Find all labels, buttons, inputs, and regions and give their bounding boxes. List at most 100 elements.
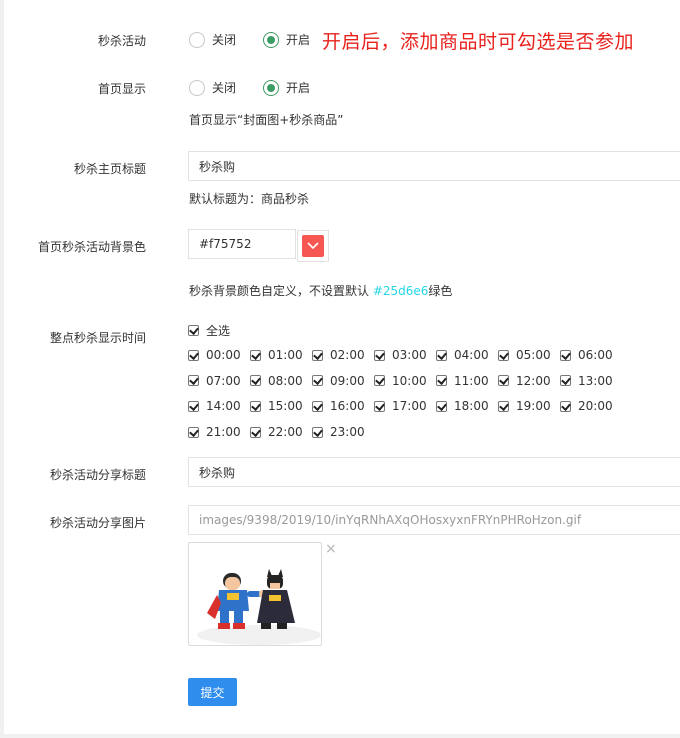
share-image-thumbnail[interactable] <box>188 542 322 646</box>
time-slot-label: 14:00 <box>206 399 241 414</box>
bg-color-input[interactable] <box>188 229 296 259</box>
share-image-path-input[interactable] <box>188 505 680 535</box>
time-slot-checkbox[interactable]: 23:00 <box>312 425 365 439</box>
bg-color-hint: 秒杀背景颜色自定义，不设置默认 #25d6e6绿色 <box>189 282 452 299</box>
time-slot-checkbox[interactable]: 04:00 <box>436 348 489 362</box>
time-slot-label: 16:00 <box>330 399 365 414</box>
time-slot-checkbox[interactable]: 19:00 <box>498 399 551 413</box>
time-slot-label: 15:00 <box>268 399 303 414</box>
time-slot-label: 21:00 <box>206 425 241 440</box>
checkbox-checked-icon <box>498 400 509 412</box>
time-slot-checkbox[interactable]: 21:00 <box>188 425 241 439</box>
color-swatch <box>302 235 324 257</box>
time-slot-checkbox[interactable]: 07:00 <box>188 374 241 388</box>
time-slot-checkbox[interactable]: 13:00 <box>560 374 613 388</box>
main-title-input[interactable] <box>188 151 680 181</box>
time-slot-label: 11:00 <box>454 373 489 388</box>
remove-image-icon[interactable]: × <box>325 541 337 557</box>
seckill-annotation: 开启后，添加商品时可勾选是否参加 <box>322 31 635 53</box>
time-slot-label: 02:00 <box>330 348 365 362</box>
time-slot-label: 19:00 <box>516 399 551 414</box>
time-slot-label: 06:00 <box>578 348 613 362</box>
time-slot-checkbox[interactable]: 10:00 <box>374 374 427 388</box>
bg-color-hint-text: 秒杀背景颜色自定义，不设置默认 <box>189 284 373 298</box>
checkbox-checked-icon <box>312 349 323 361</box>
share-title-input[interactable] <box>188 457 680 487</box>
chevron-down-icon <box>307 242 319 250</box>
checkbox-checked-icon <box>560 349 571 361</box>
checkbox-checked-icon <box>436 349 447 361</box>
time-slot-label: 01:00 <box>268 348 303 362</box>
checkbox-checked-icon <box>188 400 199 412</box>
checkbox-checked-icon <box>498 375 509 387</box>
select-all-label: 全选 <box>206 324 231 338</box>
time-slot-label: 12:00 <box>516 373 551 388</box>
seckill-off-label: 关闭 <box>212 33 237 47</box>
time-slot-checkbox[interactable]: 17:00 <box>374 399 427 413</box>
time-slot-checkbox[interactable]: 08:00 <box>250 374 303 388</box>
homepage-label: 首页显示 <box>97 82 146 96</box>
select-all-checkbox[interactable]: 全选 <box>188 322 230 339</box>
radio-circle <box>189 79 205 96</box>
bg-color-hint-suffix: 绿色 <box>428 284 453 298</box>
submit-button[interactable]: 提交 <box>188 678 237 706</box>
seckill-off-radio[interactable]: 关闭 <box>189 31 236 48</box>
checkbox-checked-icon <box>312 426 323 438</box>
checkbox-checked-icon <box>436 375 447 387</box>
radio-circle <box>189 31 205 48</box>
time-slot-checkbox[interactable]: 03:00 <box>374 348 427 362</box>
time-slot-checkbox[interactable]: 16:00 <box>312 399 365 413</box>
seckill-on-label: 开启 <box>286 33 311 47</box>
checkbox-checked-icon <box>374 349 385 361</box>
time-slot-checkbox[interactable]: 11:00 <box>436 374 489 388</box>
bg-color-label: 首页秒杀活动背景色 <box>37 240 146 254</box>
time-slot-checkbox[interactable]: 20:00 <box>560 399 613 413</box>
time-slot-checkbox[interactable]: 18:00 <box>436 399 489 413</box>
time-slot-checkbox[interactable]: 06:00 <box>560 348 613 362</box>
checkbox-checked-icon <box>188 325 199 336</box>
color-picker-button[interactable] <box>297 230 329 262</box>
seckill-on-radio[interactable]: 开启 <box>263 31 310 48</box>
time-slot-label: 03:00 <box>392 348 427 362</box>
checkbox-checked-icon <box>560 400 571 412</box>
time-slot-label: 10:00 <box>392 373 427 388</box>
time-slot-checkbox[interactable]: 02:00 <box>312 348 365 362</box>
checkbox-checked-icon <box>436 400 447 412</box>
checkbox-checked-icon <box>374 375 385 387</box>
homepage-off-radio[interactable]: 关闭 <box>189 79 236 96</box>
time-slot-checkbox[interactable]: 01:00 <box>250 348 303 362</box>
time-slot-label: 08:00 <box>268 373 303 388</box>
share-title-label: 秒杀活动分享标题 <box>49 468 146 482</box>
time-slot-label: 23:00 <box>330 425 365 440</box>
time-slot-label: 09:00 <box>330 373 365 388</box>
time-slot-checkbox[interactable]: 22:00 <box>250 425 303 439</box>
time-slot-checkbox[interactable]: 14:00 <box>188 399 241 413</box>
superheroes-illustration <box>197 569 321 645</box>
time-slot-checkbox[interactable]: 05:00 <box>498 348 551 362</box>
time-slot-label: 07:00 <box>206 373 241 388</box>
checkbox-checked-icon <box>374 400 385 412</box>
time-slot-label: 05:00 <box>516 348 551 362</box>
checkbox-checked-icon <box>250 400 261 412</box>
time-slot-checkbox[interactable]: 00:00 <box>188 348 241 362</box>
time-slot-checkbox[interactable]: 15:00 <box>250 399 303 413</box>
time-slot-checkbox[interactable]: 12:00 <box>498 374 551 388</box>
default-color-code: #25d6e6 <box>372 284 429 298</box>
homepage-hint: 首页显示“封面图+秒杀商品” <box>189 113 344 127</box>
homepage-off-label: 关闭 <box>212 81 237 95</box>
time-slot-checkbox[interactable]: 09:00 <box>312 374 365 388</box>
time-slot-label: 20:00 <box>578 399 613 414</box>
checkbox-checked-icon <box>250 349 261 361</box>
checkbox-checked-icon <box>560 375 571 387</box>
homepage-on-radio[interactable]: 开启 <box>263 79 310 96</box>
time-slot-label: 00:00 <box>206 348 241 362</box>
time-slot-label: 18:00 <box>454 399 489 414</box>
share-image-label: 秒杀活动分享图片 <box>49 516 146 530</box>
checkbox-checked-icon <box>188 349 199 361</box>
checkbox-checked-icon <box>188 375 199 387</box>
main-title-hint: 默认标题为：商品秒杀 <box>189 192 310 206</box>
homepage-on-label: 开启 <box>286 81 311 95</box>
checkbox-checked-icon <box>250 426 261 438</box>
checkbox-checked-icon <box>188 426 199 438</box>
time-slot-label: 22:00 <box>268 425 303 440</box>
